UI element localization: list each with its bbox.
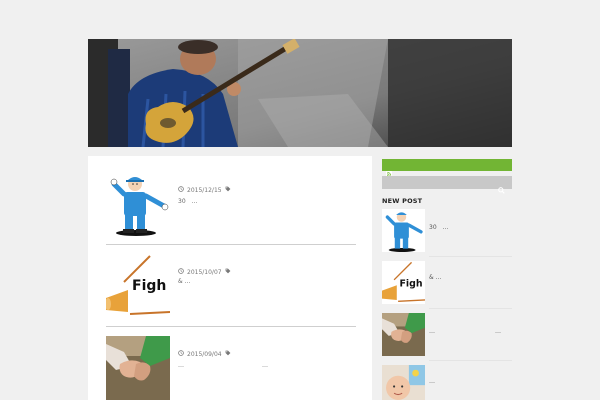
sidebar-post-item[interactable]: … … (382, 313, 512, 363)
header-image[interactable] (88, 39, 512, 147)
sidebar-post-title[interactable]: … … (429, 326, 511, 335)
post-excerpt: & … (178, 278, 191, 285)
tag-icon[interactable] (225, 268, 231, 276)
sidebar-post-item[interactable]: 30 … (382, 209, 512, 259)
post-meta: 2015/10/07 (178, 268, 231, 276)
divider (106, 326, 356, 327)
post-meta: 2015/12/15 (178, 186, 231, 194)
sidebar-post-item[interactable]: Figh & … (382, 261, 512, 311)
sidebar-thumbnail-hands[interactable] (382, 313, 425, 356)
sidebar: NEW POST 30 … Figh & … … … … (382, 159, 512, 400)
search-icon (498, 179, 505, 198)
sidebar-post-title[interactable]: & … (429, 274, 511, 281)
sidebar-thumbnail-fight[interactable]: Figh (382, 261, 425, 304)
divider (429, 360, 512, 361)
post-list: 2015/12/15 30 … Figh 2015/10/07 & … 2015… (88, 156, 372, 400)
post-thumbnail-hands[interactable] (106, 336, 170, 400)
divider (429, 308, 512, 309)
clock-icon (178, 268, 184, 276)
post-excerpt: 30 … (178, 198, 198, 205)
divider (429, 256, 512, 257)
post-item[interactable]: Figh 2015/10/07 & … (105, 254, 356, 330)
clock-icon (178, 350, 184, 358)
post-meta: 2015/09/04 (178, 350, 231, 358)
sidebar-post-title[interactable]: … (429, 378, 511, 385)
tag-icon[interactable] (225, 350, 231, 358)
post-thumbnail-fight[interactable]: Figh (105, 254, 171, 318)
post-date: 2015/12/15 (187, 186, 222, 194)
divider (106, 244, 356, 245)
post-excerpt: … … (178, 362, 269, 369)
clock-icon (178, 186, 184, 194)
post-date: 2015/09/04 (187, 350, 222, 358)
fight-banner-text: Figh (399, 279, 422, 290)
fight-banner-text: Figh (132, 278, 166, 294)
sidebar-post-title[interactable]: 30 … (429, 222, 511, 231)
tag-icon[interactable] (225, 186, 231, 194)
post-item[interactable]: 2015/12/15 30 … (106, 172, 356, 248)
rss-button[interactable] (382, 159, 512, 177)
sidebar-thumbnail-worker[interactable] (382, 209, 425, 252)
post-date: 2015/10/07 (187, 268, 222, 276)
widget-title: NEW POST (382, 197, 423, 205)
sidebar-post-item[interactable]: … (382, 365, 512, 400)
post-item[interactable]: 2015/09/04 … … (106, 336, 356, 400)
search-button[interactable] (382, 176, 512, 194)
sidebar-thumbnail-baby[interactable] (382, 365, 425, 400)
post-thumbnail-worker[interactable] (106, 172, 170, 236)
